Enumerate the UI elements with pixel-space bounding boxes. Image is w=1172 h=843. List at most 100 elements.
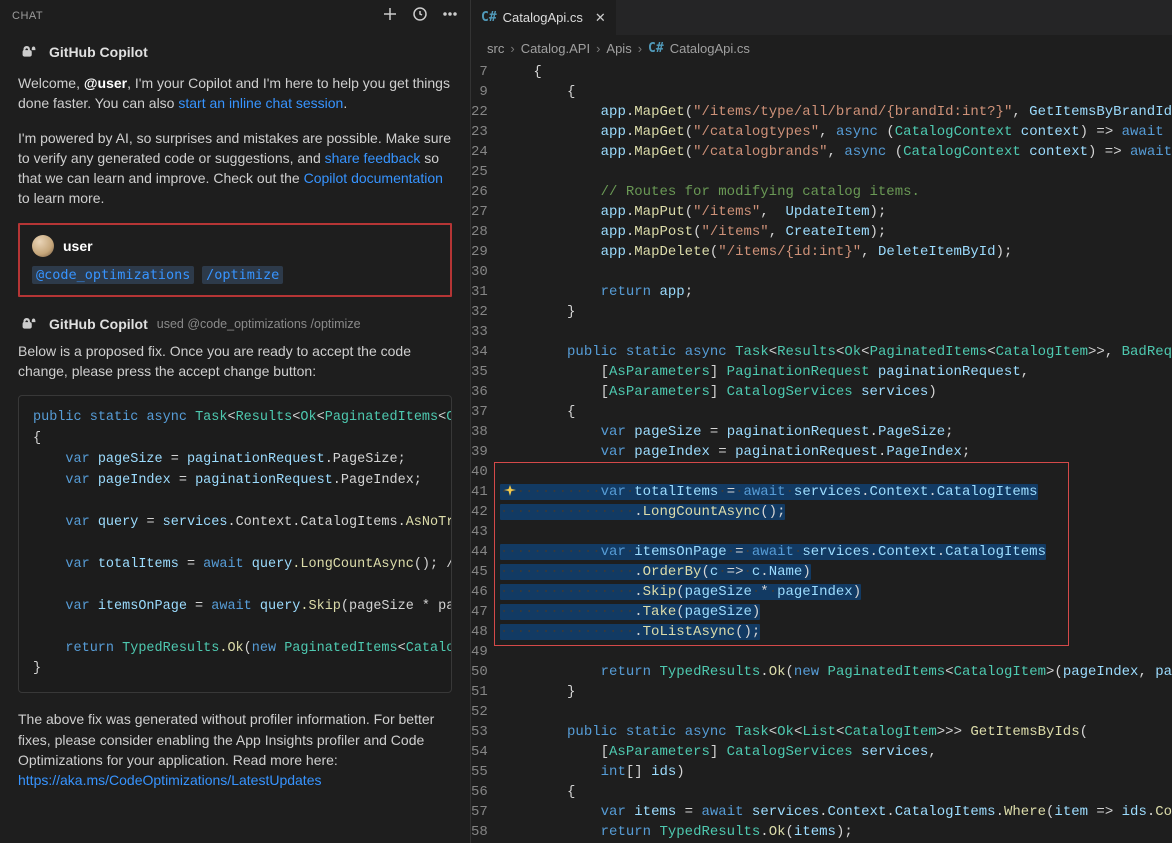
- code-line[interactable]: [AsParameters] PaginationRequest paginat…: [500, 362, 1172, 382]
- sparkle-icon[interactable]: [502, 484, 518, 500]
- code-line[interactable]: app.MapGet("/catalogbrands", async (Cata…: [500, 142, 1172, 162]
- feedback-link[interactable]: share feedback: [325, 150, 421, 166]
- avatar: [32, 235, 54, 257]
- new-chat-icon[interactable]: [382, 6, 398, 25]
- line-gutter: 7922232425262728293031323334353637383940…: [471, 62, 500, 843]
- line-number: 58: [471, 822, 488, 842]
- tab-label: CatalogApi.cs: [503, 10, 583, 25]
- code-line[interactable]: [500, 262, 1172, 282]
- more-link[interactable]: https://aka.ms/CodeOptimizations/LatestU…: [18, 772, 321, 788]
- code-line[interactable]: ················.Take(pageSize): [500, 602, 1172, 622]
- code-line[interactable]: [500, 522, 1172, 542]
- code-line[interactable]: {: [500, 62, 1172, 82]
- code-line[interactable]: app.MapPut("/items", UpdateItem);: [500, 202, 1172, 222]
- code-lines[interactable]: { { app.MapGet("/items/type/all/brand/{b…: [500, 62, 1172, 843]
- line-number: 35: [471, 362, 488, 382]
- line-number: 49: [471, 642, 488, 662]
- line-number: 51: [471, 682, 488, 702]
- line-number: 42: [471, 502, 488, 522]
- breadcrumb[interactable]: src› Catalog.API› Apis› C# CatalogApi.cs: [471, 35, 1172, 62]
- more-icon[interactable]: [442, 6, 458, 25]
- code-line[interactable]: ················.ToListAsync();: [500, 622, 1172, 642]
- code-line[interactable]: // Routes for modifying catalog items.: [500, 182, 1172, 202]
- code-line[interactable]: ················.OrderBy(c·=>·c.Name): [500, 562, 1172, 582]
- line-number: 28: [471, 222, 488, 242]
- code-line[interactable]: {: [500, 402, 1172, 422]
- line-number: 27: [471, 202, 488, 222]
- user-message: user @code_optimizations /optimize: [18, 223, 452, 297]
- code-snippet[interactable]: public static async Task<Results<Ok<Pagi…: [18, 395, 452, 693]
- user-name: user: [63, 238, 93, 254]
- csharp-icon: C#: [481, 10, 497, 25]
- history-icon[interactable]: [412, 6, 428, 25]
- line-number: 9: [471, 82, 488, 102]
- code-line[interactable]: public static async Task<Ok<List<Catalog…: [500, 722, 1172, 742]
- chat-body: GitHub Copilot Welcome, @user, I'm your …: [0, 31, 470, 843]
- code-line[interactable]: [AsParameters] CatalogServices services,: [500, 742, 1172, 762]
- line-number: 50: [471, 662, 488, 682]
- line-number: 52: [471, 702, 488, 722]
- code-line[interactable]: ················.Skip(pageSize·*·pageInd…: [500, 582, 1172, 602]
- code-line[interactable]: {: [500, 782, 1172, 802]
- code-line[interactable]: [500, 162, 1172, 182]
- code-line[interactable]: var pageIndex = paginationRequest.PageIn…: [500, 442, 1172, 462]
- inline-chat-link[interactable]: start an inline chat session: [178, 95, 343, 111]
- line-number: 29: [471, 242, 488, 262]
- line-number: 31: [471, 282, 488, 302]
- code-line[interactable]: var pageSize = paginationRequest.PageSiz…: [500, 422, 1172, 442]
- code-line[interactable]: ············var·totalItems·=·await·servi…: [500, 482, 1172, 502]
- code-line[interactable]: [500, 462, 1172, 482]
- copilot-heading: GitHub Copilot: [18, 41, 452, 63]
- code-line[interactable]: [500, 642, 1172, 662]
- code-line[interactable]: }: [500, 682, 1172, 702]
- chat-title: CHAT: [12, 10, 43, 22]
- tab-bar: C# CatalogApi.cs ✕: [471, 0, 1172, 35]
- line-number: 48: [471, 622, 488, 642]
- line-number: 30: [471, 262, 488, 282]
- line-number: 37: [471, 402, 488, 422]
- tab-catalogapi[interactable]: C# CatalogApi.cs ✕: [471, 0, 617, 35]
- line-number: 54: [471, 742, 488, 762]
- line-number: 38: [471, 422, 488, 442]
- doc-link[interactable]: Copilot documentation: [304, 170, 443, 186]
- code-line[interactable]: public static async Task<Results<Ok<Pagi…: [500, 342, 1172, 362]
- code-line[interactable]: ················.LongCountAsync();: [500, 502, 1172, 522]
- line-number: 47: [471, 602, 488, 622]
- code-line[interactable]: app.MapDelete("/items/{id:int}", DeleteI…: [500, 242, 1172, 262]
- copilot-name: GitHub Copilot: [49, 44, 148, 60]
- copilot-response-heading: GitHub Copilot used @code_optimizations …: [18, 313, 452, 335]
- line-number: 56: [471, 782, 488, 802]
- line-number: 34: [471, 342, 488, 362]
- code-editor[interactable]: 7922232425262728293031323334353637383940…: [471, 62, 1172, 843]
- code-line[interactable]: return app;: [500, 282, 1172, 302]
- chip-extension[interactable]: @code_optimizations: [32, 266, 194, 284]
- line-number: 45: [471, 562, 488, 582]
- code-line[interactable]: return TypedResults.Ok(items);: [500, 822, 1172, 842]
- code-line[interactable]: return TypedResults.Ok(new PaginatedItem…: [500, 662, 1172, 682]
- line-number: 43: [471, 522, 488, 542]
- code-line[interactable]: var items = await services.Context.Catal…: [500, 802, 1172, 822]
- proposed-fix-text: Below is a proposed fix. Once you are re…: [18, 341, 452, 382]
- code-line[interactable]: [500, 322, 1172, 342]
- code-line[interactable]: [500, 702, 1172, 722]
- code-line[interactable]: }: [500, 302, 1172, 322]
- welcome-text: Welcome, @user, I'm your Copilot and I'm…: [18, 73, 452, 114]
- chat-header: CHAT: [0, 0, 470, 31]
- line-number: 33: [471, 322, 488, 342]
- editor-panel: C# CatalogApi.cs ✕ src› Catalog.API› Api…: [471, 0, 1172, 843]
- close-icon[interactable]: ✕: [595, 10, 606, 26]
- after-fix-text: The above fix was generated without prof…: [18, 709, 452, 790]
- code-line[interactable]: {: [500, 82, 1172, 102]
- code-line[interactable]: [AsParameters] CatalogServices services): [500, 382, 1172, 402]
- code-line[interactable]: ············var·itemsOnPage·=·await·serv…: [500, 542, 1172, 562]
- code-line[interactable]: int[] ids): [500, 762, 1172, 782]
- line-number: 26: [471, 182, 488, 202]
- copilot-icon: [18, 41, 40, 63]
- line-number: 39: [471, 442, 488, 462]
- line-number: 46: [471, 582, 488, 602]
- code-line[interactable]: app.MapGet("/catalogtypes", async (Catal…: [500, 122, 1172, 142]
- code-line[interactable]: app.MapGet("/items/type/all/brand/{brand…: [500, 102, 1172, 122]
- chat-panel: CHAT GitHub Copilot Welcome, @user, I'm …: [0, 0, 471, 843]
- code-line[interactable]: app.MapPost("/items", CreateItem);: [500, 222, 1172, 242]
- chip-command[interactable]: /optimize: [202, 266, 283, 284]
